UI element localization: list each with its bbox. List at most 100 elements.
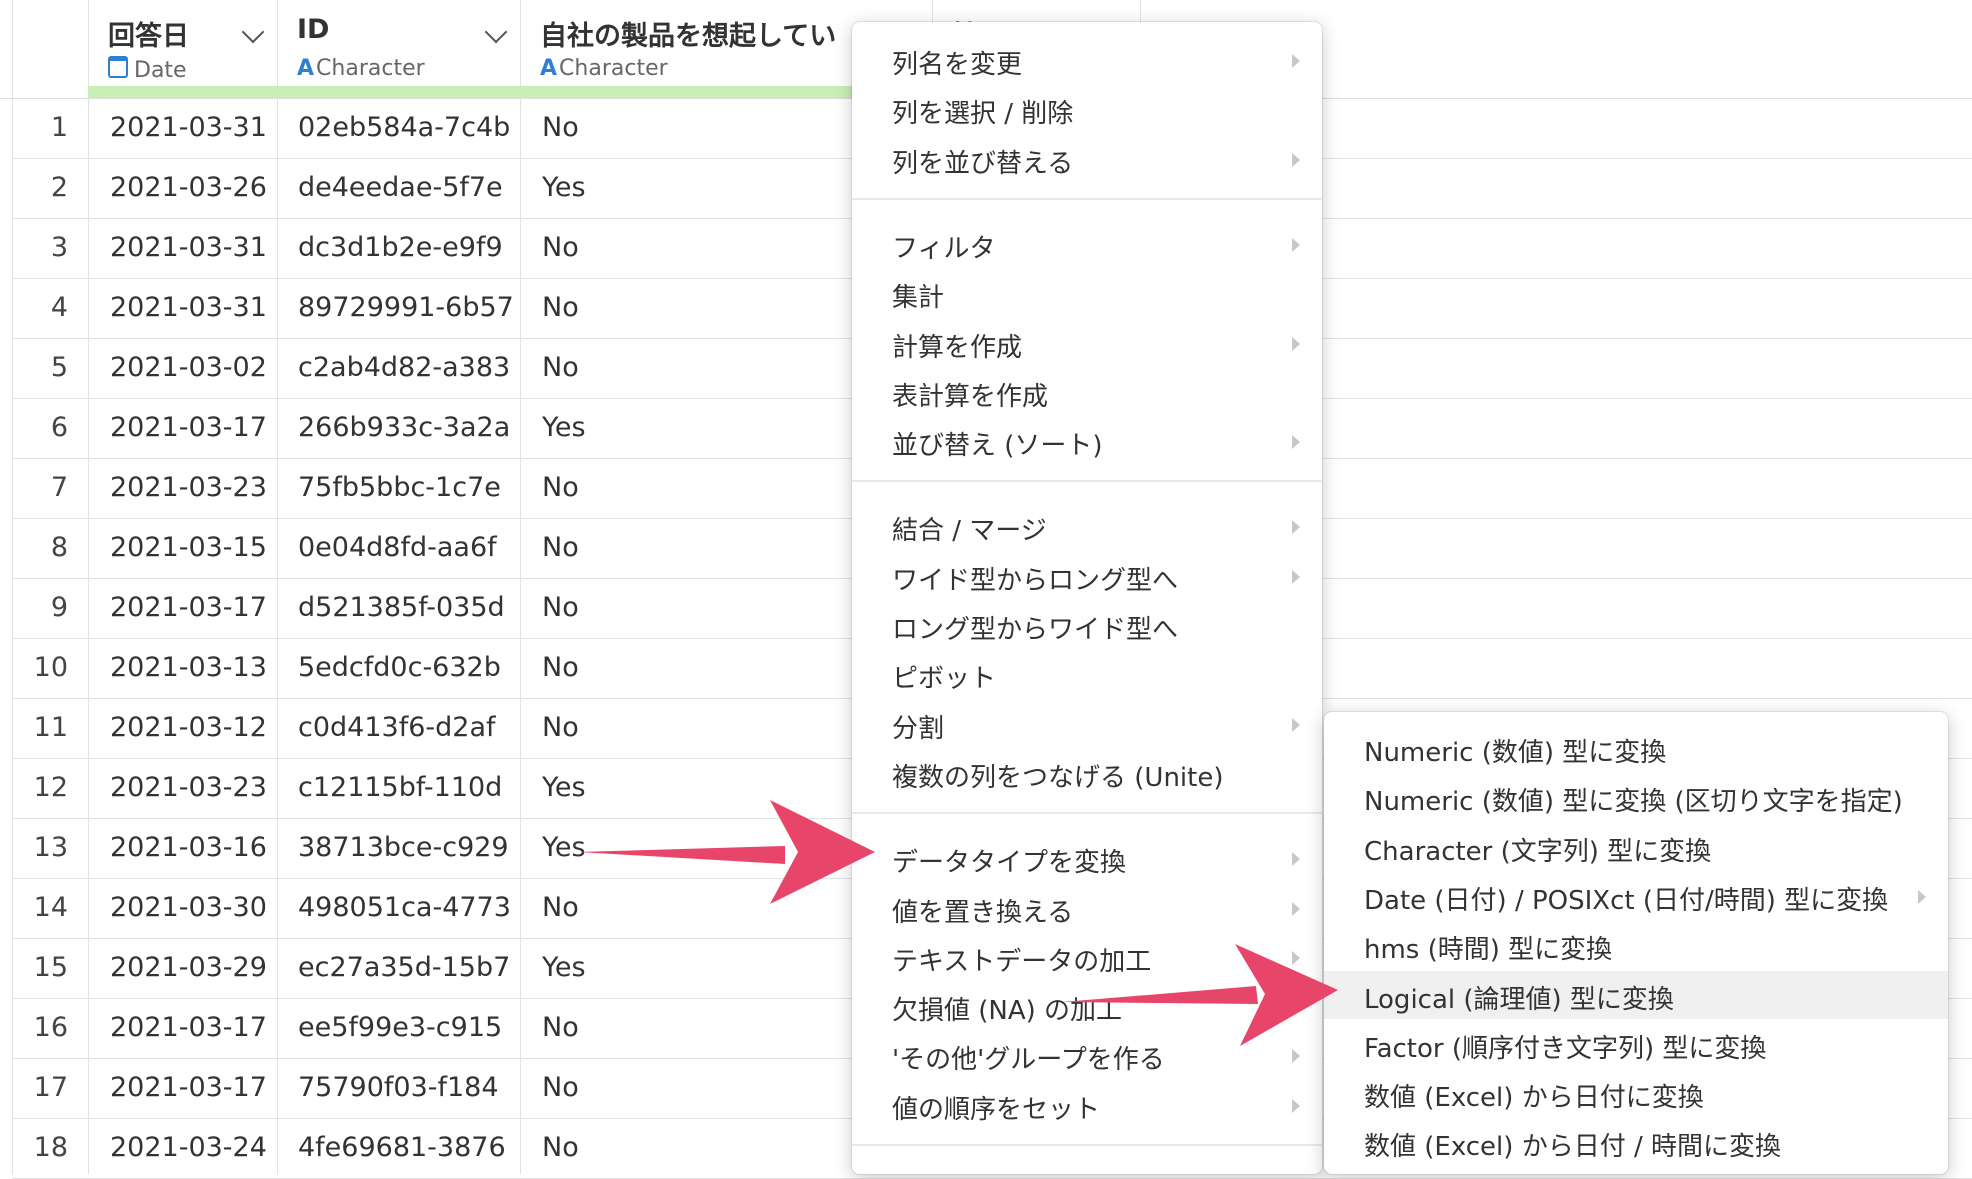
submenu-item-label: Numeric (数値) 型に変換 (区切り文字を指定) xyxy=(1364,787,1903,818)
id-cell: 75fb5bbc-1c7e xyxy=(298,472,501,503)
id-cell: 266b933c-3a2a xyxy=(298,412,511,443)
chevron-right-icon xyxy=(1292,950,1300,965)
menu-item[interactable]: 結合 / マージ xyxy=(852,502,1322,550)
menu-item[interactable]: 列を並び替える xyxy=(852,135,1322,183)
menu-item-label: 列を選択 / 削除 xyxy=(892,99,1074,130)
chevron-right-icon xyxy=(1292,435,1300,450)
submenu-item-label: 数値 (Excel) から日付に変換 xyxy=(1364,1083,1704,1114)
menu-item-label: 複数の列をつなげる (Unite) xyxy=(892,762,1224,793)
submenu-item[interactable]: Factor (順序付き文字列) 型に変換 xyxy=(1324,1020,1948,1068)
date-cell: 2021-03-15 xyxy=(110,532,267,563)
date-cell: 2021-03-31 xyxy=(110,112,267,143)
menu-item[interactable]: 欠損値 (NA) の加工 xyxy=(852,982,1322,1030)
menu-item-label: テキストデータの加工 xyxy=(892,946,1152,977)
menu-item[interactable]: 表計算を作成 xyxy=(852,368,1322,416)
menu-item[interactable]: ワイド型からロング型へ xyxy=(852,552,1322,600)
id-cell: 498051ca-4773 xyxy=(298,892,511,923)
date-cell: 2021-03-23 xyxy=(110,772,267,803)
value-cell: Yes xyxy=(542,952,586,983)
menu-separator xyxy=(852,1144,1322,1146)
chevron-right-icon xyxy=(1292,717,1300,732)
menu-item[interactable]: 列名を変更 xyxy=(852,36,1322,84)
chevron-right-icon xyxy=(1292,1049,1300,1064)
menu-item[interactable]: 集計 xyxy=(852,269,1322,317)
menu-item[interactable]: フィルタ xyxy=(852,220,1322,268)
submenu-item[interactable]: hms (時間) 型に変換 xyxy=(1324,921,1948,969)
row-number: 4 xyxy=(50,292,68,323)
chevron-down-icon[interactable] xyxy=(484,20,508,44)
chevron-down-icon[interactable] xyxy=(241,20,265,44)
submenu-item-label: Character (文字列) 型に変換 xyxy=(1364,836,1712,867)
submenu-item[interactable]: Date (日付) / POSIXct (日付/時間) 型に変換 xyxy=(1324,872,1948,920)
value-cell: No xyxy=(542,892,579,923)
menu-item[interactable]: 複数の列をつなげる (Unite) xyxy=(852,749,1322,797)
submenu-item[interactable]: Numeric (数値) 型に変換 xyxy=(1324,724,1948,772)
menu-item-label: 列を並び替える xyxy=(892,148,1074,179)
row-number: 7 xyxy=(50,472,68,503)
menu-item[interactable]: 分割 xyxy=(852,700,1322,748)
menu-item[interactable]: テキストデータの加工 xyxy=(852,933,1322,981)
date-cell: 2021-03-31 xyxy=(110,232,267,263)
date-cell: 2021-03-02 xyxy=(110,352,267,383)
menu-item[interactable]: 計算を作成 xyxy=(852,319,1322,367)
column-type: Character xyxy=(316,56,425,81)
column-header-id[interactable]: ID ACharacter xyxy=(277,0,520,98)
value-cell: Yes xyxy=(542,172,586,203)
submenu-item-label: Date (日付) / POSIXct (日付/時間) 型に変換 xyxy=(1364,885,1889,916)
row-number: 13 xyxy=(33,832,68,863)
submenu-item[interactable]: 数値 (Excel) から日付 / 時間に変換 xyxy=(1324,1118,1948,1166)
chevron-right-icon xyxy=(1292,237,1300,252)
menu-item-label: 値の順序をセット xyxy=(892,1094,1101,1125)
submenu-item-label: Logical (論理値) 型に変換 xyxy=(1364,984,1674,1015)
value-cell: No xyxy=(542,292,579,323)
value-cell: No xyxy=(542,1072,579,1103)
column-type: Character xyxy=(559,56,668,81)
value-cell: No xyxy=(542,1132,579,1163)
submenu-item[interactable]: Logical (論理値) 型に変換 xyxy=(1324,970,1948,1019)
date-cell: 2021-03-13 xyxy=(110,652,267,683)
value-cell: No xyxy=(542,532,579,563)
id-cell: 5edcfd0c-632b xyxy=(298,652,501,683)
id-cell: 0e04d8fd-aa6f xyxy=(298,532,497,563)
menu-item[interactable]: 'その他'グループを作る xyxy=(852,1031,1322,1079)
value-cell: No xyxy=(542,232,579,263)
id-cell: ee5f99e3-c915 xyxy=(298,1012,503,1043)
menu-item-label: 計算を作成 xyxy=(892,332,1023,363)
row-number: 1 xyxy=(50,112,68,143)
menu-item[interactable]: 列を選択 / 削除 xyxy=(852,85,1322,133)
submenu-item-label: 数値 (Excel) から日付 / 時間に変換 xyxy=(1364,1132,1781,1163)
id-cell: 02eb584a-7c4b xyxy=(298,112,511,143)
menu-item-label: 表計算を作成 xyxy=(892,381,1049,412)
submenu-item[interactable]: Character (文字列) 型に変換 xyxy=(1324,823,1948,871)
menu-item[interactable]: 値を置き換える xyxy=(852,884,1322,932)
id-cell: c12115bf-110d xyxy=(298,772,503,803)
row-number: 5 xyxy=(50,352,68,383)
menu-item[interactable]: ピボット xyxy=(852,650,1322,698)
menu-item-label: 値を置き換える xyxy=(892,897,1074,928)
row-number: 9 xyxy=(50,592,68,623)
menu-item[interactable]: データタイプを変換 xyxy=(852,834,1322,882)
row-number: 14 xyxy=(33,892,68,923)
id-cell: 4fe69681-3876 xyxy=(298,1132,506,1163)
convert-data-type-submenu: Numeric (数値) 型に変換 Numeric (数値) 型に変換 (区切り文… xyxy=(1324,712,1948,1174)
id-cell: d521385f-035d xyxy=(298,592,505,623)
id-cell: 75790f03-f184 xyxy=(298,1072,499,1103)
submenu-item[interactable]: Numeric (数値) 型に変換 (区切り文字を指定) xyxy=(1324,773,1948,821)
menu-item[interactable]: 並び替え (ソート) xyxy=(852,417,1322,465)
row-number: 6 xyxy=(50,412,68,443)
chevron-right-icon xyxy=(1292,520,1300,535)
submenu-item[interactable]: 数値 (Excel) から日付に変換 xyxy=(1324,1069,1948,1117)
chevron-right-icon xyxy=(1918,889,1926,904)
menu-separator xyxy=(852,812,1322,815)
submenu-item-label: Numeric (数値) 型に変換 xyxy=(1364,738,1667,768)
row-number: 18 xyxy=(33,1132,68,1163)
chevron-right-icon xyxy=(1292,336,1300,351)
chevron-right-icon xyxy=(1292,54,1300,68)
column-header-date[interactable]: 回答日 Date xyxy=(88,0,277,98)
date-cell: 2021-03-31 xyxy=(110,292,267,323)
context-menu: 列名を変更列を選択 / 削除 列を並び替えるフィルタ 集計計算を作成表計算を作成並び… xyxy=(852,22,1322,1174)
column-name: 回答日 xyxy=(108,21,189,52)
menu-item[interactable]: ロング型からワイド型へ xyxy=(852,601,1322,649)
menu-item-label: データタイプを変換 xyxy=(892,848,1127,879)
menu-item[interactable]: 値の順序をセット xyxy=(852,1081,1322,1129)
